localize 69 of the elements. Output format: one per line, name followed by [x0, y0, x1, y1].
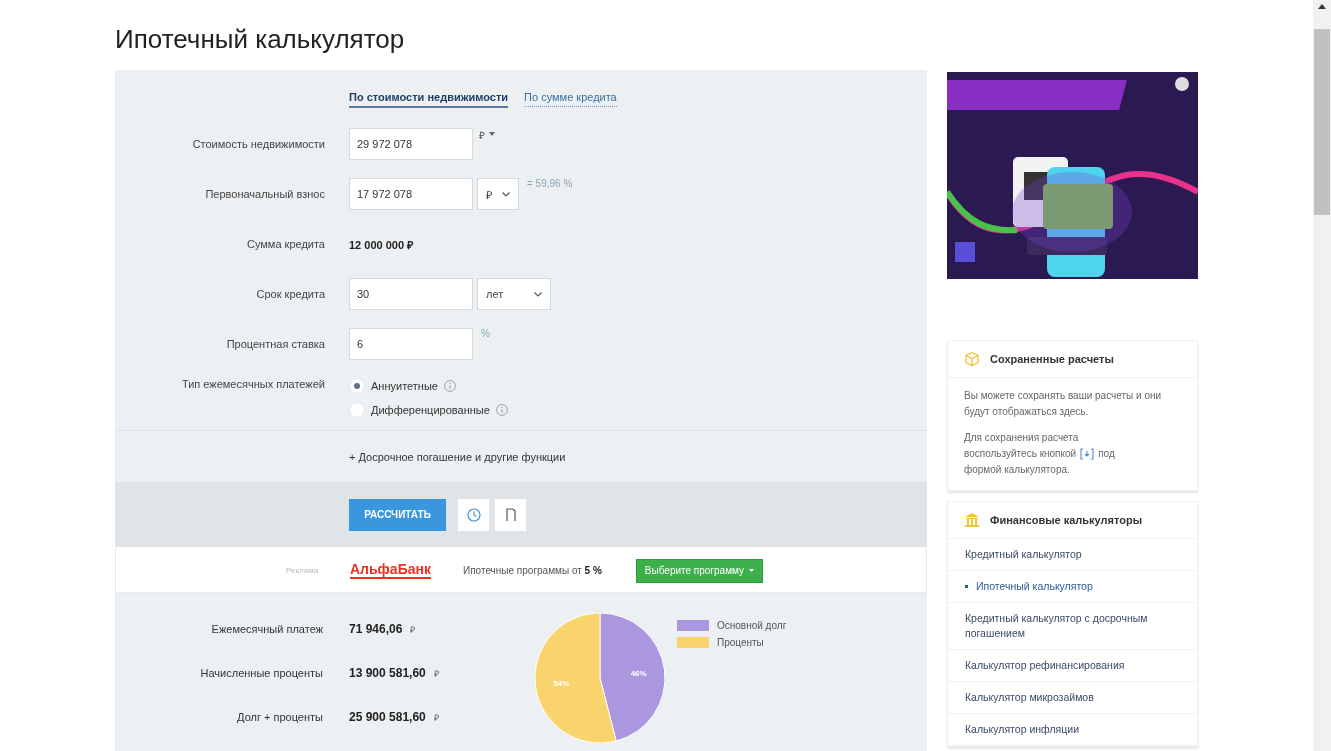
field-label: Процентная ставка	[226, 338, 325, 350]
legend-label: Основной долг	[717, 620, 787, 631]
document-icon	[504, 507, 517, 522]
calculator-link[interactable]: Ипотечный калькулятор	[948, 571, 1197, 603]
calculator-link[interactable]: Кредитный калькулятор с досрочным погашением	[948, 603, 1197, 650]
currency-sign: ₽	[433, 711, 439, 724]
result-value: 71 946,06	[349, 622, 403, 636]
early-repayment-link[interactable]: + Досрочное погашение и другие функции	[349, 450, 566, 463]
card-text: Для сохранения расчета	[964, 431, 1079, 445]
unit-label: %	[481, 328, 490, 339]
radio-button[interactable]	[349, 402, 365, 418]
card-text: Вы можете сохранять ваши расчеты и они будут отображаться здесь.	[964, 389, 1163, 419]
field-label: Первоначальный взнос	[205, 188, 325, 200]
history-button[interactable]	[458, 498, 489, 531]
caret-icon	[749, 569, 754, 572]
info-icon	[443, 380, 456, 392]
legend-label: Проценты	[717, 637, 764, 648]
field-label: Сумма кредита	[246, 238, 325, 250]
input-field[interactable]: 29 972 078	[349, 128, 473, 160]
card-title: Финансовые калькуляторы	[990, 514, 1143, 526]
card-text: формой калькулятора.	[964, 463, 1070, 477]
calculator-link[interactable]: Калькулятор инфляции	[948, 714, 1197, 746]
field-label: Срок кредита	[256, 288, 325, 300]
scrollbar-thumb[interactable]	[1314, 29, 1330, 215]
unit-select[interactable]: ₽	[477, 178, 519, 210]
card-text: под	[1098, 447, 1115, 461]
calculator-link[interactable]: Кредитный калькулятор	[948, 539, 1197, 571]
input-field[interactable]: 30	[349, 278, 473, 310]
info-icon	[495, 404, 508, 416]
ad-label: Реклама	[286, 566, 320, 575]
result-value: 13 900 581,60	[349, 666, 426, 680]
chevron-down-icon	[502, 191, 510, 197]
loan-amount: 12 000 000 ₽	[349, 237, 414, 252]
card-text: воспользуйтесь кнопкой	[964, 447, 1077, 461]
result-label: Начисленные проценты	[200, 666, 323, 681]
page-title: Ипотечный калькулятор	[115, 23, 405, 56]
scrollbar[interactable]	[1313, 0, 1331, 751]
bank-icon	[964, 512, 980, 528]
result-label: Ежемесячный платеж	[211, 622, 323, 637]
percentage-note: = 59,96 %	[527, 178, 573, 189]
unit-select[interactable]: лет	[477, 278, 551, 310]
mode-tab[interactable]: По стоимости недвижимости	[349, 90, 509, 108]
input-field[interactable]: 17 972 078	[349, 178, 473, 210]
save-icon	[1080, 448, 1095, 460]
chevron-down-icon	[534, 291, 542, 297]
calculator-link[interactable]: Калькулятор микрозаймов	[948, 682, 1197, 714]
currency-sign: ₽	[410, 623, 416, 636]
slice-label: 54%	[553, 678, 570, 688]
radio-label: Дифференцированные	[371, 404, 490, 416]
card-title: Сохраненные расчеты	[990, 353, 1114, 365]
bank-logo[interactable]: АльфаБанк	[350, 562, 431, 579]
clock-icon	[466, 507, 481, 522]
caret-icon	[489, 132, 495, 136]
radio-label: Аннуитетные	[371, 380, 438, 392]
result-value: 25 900 581,60	[349, 710, 426, 724]
currency-sign: ₽	[433, 667, 439, 680]
save-button[interactable]	[495, 498, 526, 531]
field-label: Стоимость недвижимости	[192, 138, 325, 150]
cube-icon	[964, 351, 980, 367]
scroll-up-arrow-icon[interactable]	[1318, 4, 1326, 9]
promo-text: Ипотечные программы от 5 %	[462, 565, 602, 576]
radio-button[interactable]	[349, 378, 365, 394]
input-field[interactable]: 6	[349, 328, 473, 360]
currency-menu[interactable]: ₽	[479, 128, 485, 142]
mode-tab[interactable]: По сумме кредита	[524, 90, 617, 107]
slice-label: 46%	[630, 669, 647, 679]
field-label: Тип ежемесячных платежей	[181, 378, 325, 390]
result-label: Долг + проценты	[237, 710, 323, 725]
calculator-link[interactable]: Калькулятор рефинансирования	[948, 650, 1197, 682]
